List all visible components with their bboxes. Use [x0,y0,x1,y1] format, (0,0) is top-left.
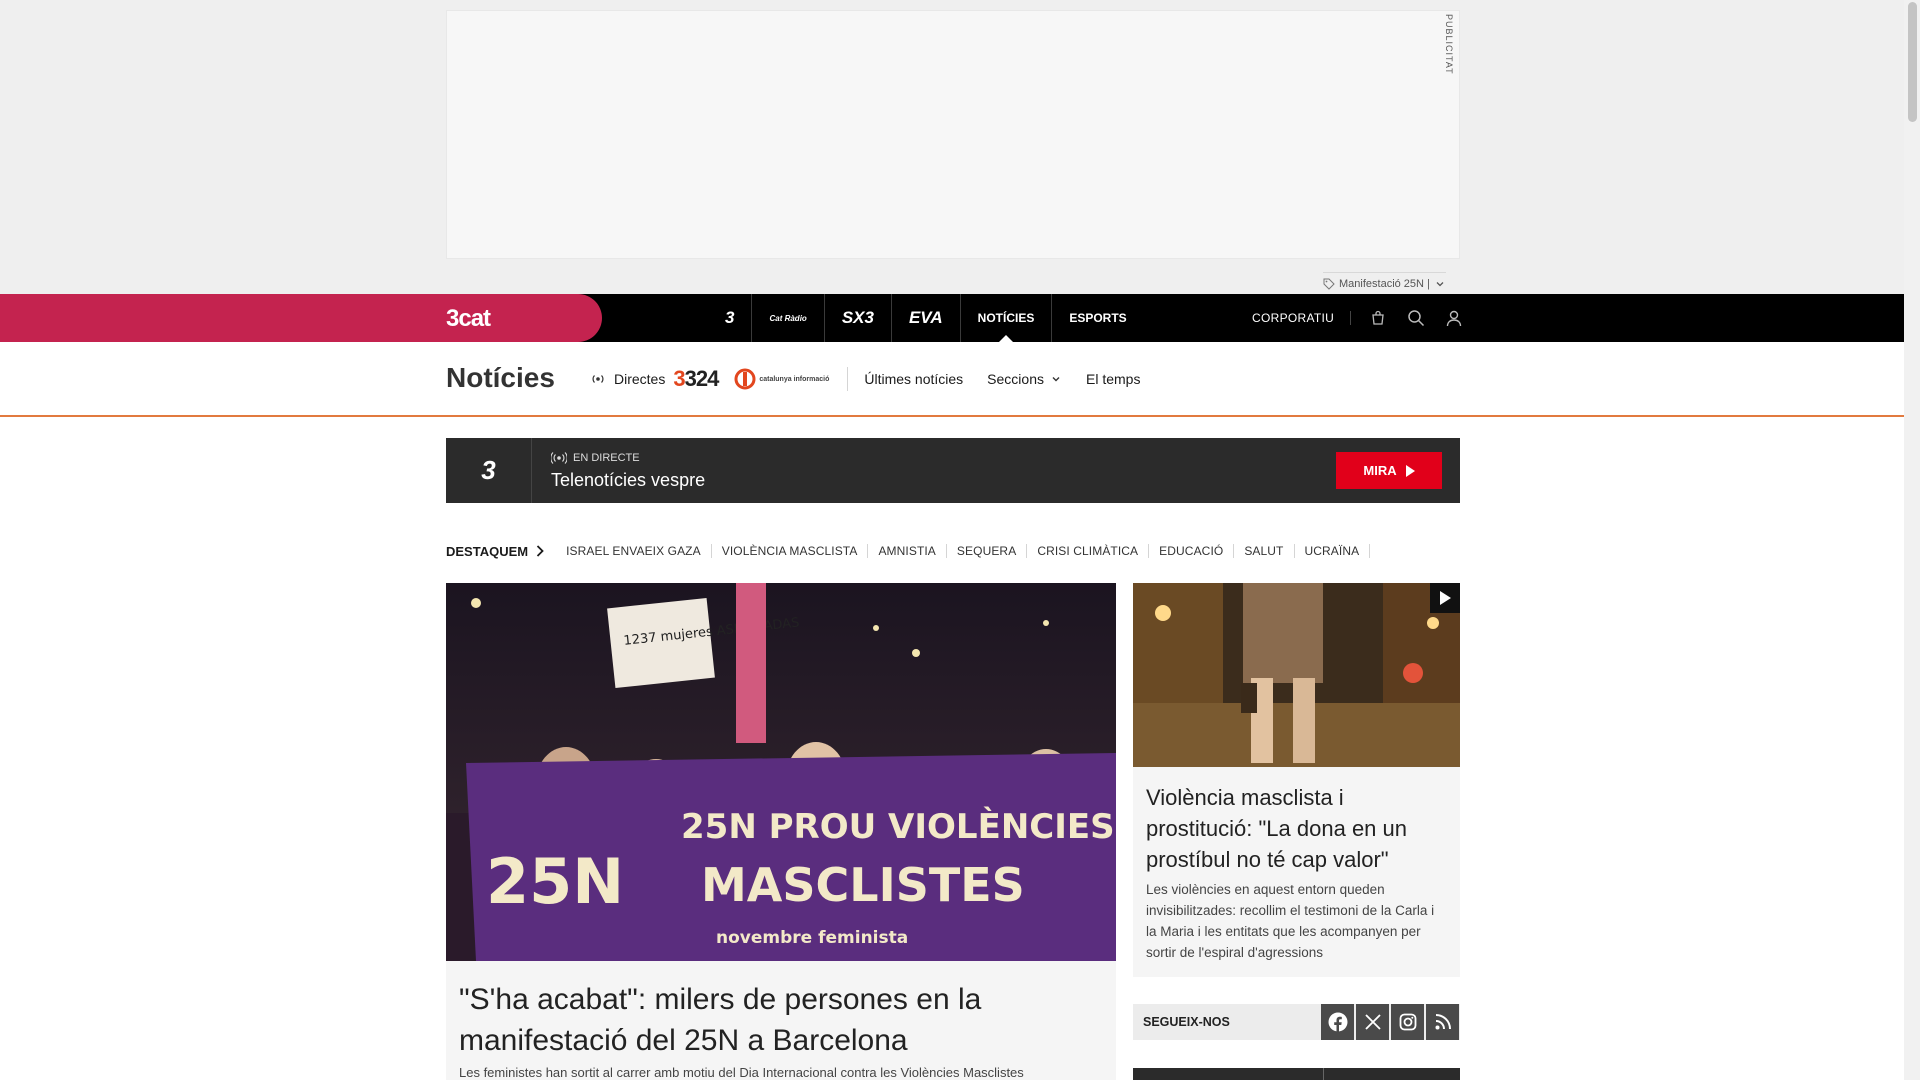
divider [847,367,849,391]
x-icon[interactable] [1356,1004,1389,1040]
brand-area [0,294,602,342]
street-photo [1133,583,1460,767]
catradio-logo[interactable]: Cat Ràdio [752,294,825,342]
sx3-logo[interactable]: SX3 [825,294,892,342]
page-scrollbar[interactable] [1904,0,1920,1080]
destaquem-item[interactable]: CRISI CLIMÀTICA [1027,544,1150,558]
directes-label: Directes [614,371,666,387]
ad-slot[interactable] [446,10,1460,259]
play-icon [1440,591,1451,605]
nav-esports[interactable]: ESPORTS [1052,294,1143,342]
destaquem-item[interactable]: SALUT [1234,544,1295,558]
live-banner[interactable]: 3 EN DIRECTE Telenotícies vespre MIRA [446,438,1460,503]
324-logo-text: 324 [684,366,720,391]
global-nav: 3cat 3 Cat Ràdio SX3 EVA NOTÍCIES ESPORT… [0,294,1904,342]
corporatiu-link[interactable]: CORPORATIU [1252,311,1352,325]
bottom-tabs[interactable] [1133,1068,1460,1080]
channel-list: 3 Cat Ràdio SX3 EVA NOTÍCIES ESPORTS [708,294,1144,342]
section-nav: Notícies Directes 3324 catalunya informa… [0,342,1904,417]
live-title[interactable]: Telenotícies vespre [551,470,705,491]
banner-line1: 25N PROU VIOLÈNCIES [681,806,1115,847]
destaquem-item[interactable]: SEQUERA [947,544,1028,558]
instagram-icon[interactable] [1391,1004,1424,1040]
el-temps-link[interactable]: El temps [1086,371,1140,387]
topic-tag-label: Manifestació 25N | [1339,277,1430,290]
eva-logo[interactable]: EVA [892,294,961,342]
main-article-subtitle: Les feministes han sortit al carrer amb … [459,1065,1024,1080]
destaquem-title[interactable]: DESTAQUEM [446,544,544,559]
destaquem-item[interactable]: EDUCACIÓ [1149,544,1235,558]
shop-icon[interactable] [1367,307,1389,329]
banner-25n: 25N [486,845,624,918]
side-article-subtitle: Les violències en aquest entorn queden i… [1146,882,1435,960]
play-icon [1405,464,1415,477]
destaquem-bar: DESTAQUEM ISRAEL ENVAEIX GAZA VIOLÈNCIA … [446,540,1371,562]
tv3-logo[interactable]: 3 [708,294,753,342]
destaquem-item[interactable]: AMNISTIA [868,544,947,558]
section-links: Directes 3324 catalunya informació Últim… [590,360,1164,398]
seccions-menu[interactable]: Seccions [987,371,1062,387]
video-badge [1430,583,1460,613]
chevron-right-icon [536,545,544,557]
chevron-down-icon [1052,377,1060,382]
banner-line3: novembre feminista [716,928,908,948]
follow-bar: SEGUEIX-NOS [1133,1004,1460,1040]
mira-label: MIRA [1363,463,1397,478]
broadcast-icon [592,375,604,383]
main-article-card[interactable]: "S'ha acabat": milers de persones en la … [446,961,1116,1080]
banner-line2: MASCLISTES [701,858,1025,912]
catalunya-informacio-logo[interactable]: catalunya informació [734,368,829,390]
main-article-title[interactable]: "S'ha acabat": milers de persones en la … [459,979,1099,1061]
side-article-image[interactable] [1133,583,1460,767]
social-icons [1321,1004,1459,1040]
side-article-title[interactable]: Violència masclista i prostitució: "La d… [1146,782,1446,875]
search-icon[interactable] [1405,307,1427,329]
side-article-card[interactable]: Violència masclista i prostitució: "La d… [1133,767,1460,977]
324-logo[interactable]: 3324 [673,366,720,392]
ad-area: PUBLICITAT Manifestació 25N | [0,0,1904,294]
ci-label: catalunya informació [759,375,830,383]
seccions-label: Seccions [987,371,1044,387]
destaquem-item[interactable]: UCRAÏNA [1295,544,1371,558]
broadcast-icon [551,452,567,464]
facebook-icon[interactable] [1321,1004,1354,1040]
tag-icon [1323,278,1335,290]
mira-button[interactable]: MIRA [1336,452,1442,489]
main-article-image[interactable]: 1237 mujeres ASESINADAS 25N 25N PROU VIO… [446,583,1116,961]
rss-icon[interactable] [1426,1004,1459,1040]
ad-label: PUBLICITAT [1444,14,1454,75]
nav-noticies[interactable]: NOTÍCIES [961,294,1053,342]
live-tag: EN DIRECTE [551,452,640,464]
destaquem-item[interactable]: VIOLÈNCIA MASCLISTA [712,544,869,558]
chevron-down-icon[interactable] [1434,278,1446,290]
destaquem-item[interactable]: ISRAEL ENVAEIX GAZA [556,544,712,558]
3cat-logo[interactable]: 3cat [446,305,491,333]
user-icon[interactable] [1443,307,1465,329]
follow-label: SEGUEIX-NOS [1143,1015,1230,1029]
directes-link[interactable]: Directes [590,371,665,387]
ultimes-noticies-link[interactable]: Últimes notícies [864,371,963,387]
section-title[interactable]: Notícies [446,362,555,394]
protest-photo: 1237 mujeres ASESINADAS 25N 25N PROU VIO… [446,583,1116,961]
tv3-logo: 3 [446,438,532,503]
global-nav-tools: CORPORATIU [1252,294,1465,342]
live-tag-label: EN DIRECTE [573,452,640,464]
scrollbar-thumb[interactable] [1908,2,1917,122]
topic-tag[interactable]: Manifestació 25N | [1323,272,1446,290]
destaquem-label: DESTAQUEM [446,543,529,559]
ci-icon [734,368,756,390]
